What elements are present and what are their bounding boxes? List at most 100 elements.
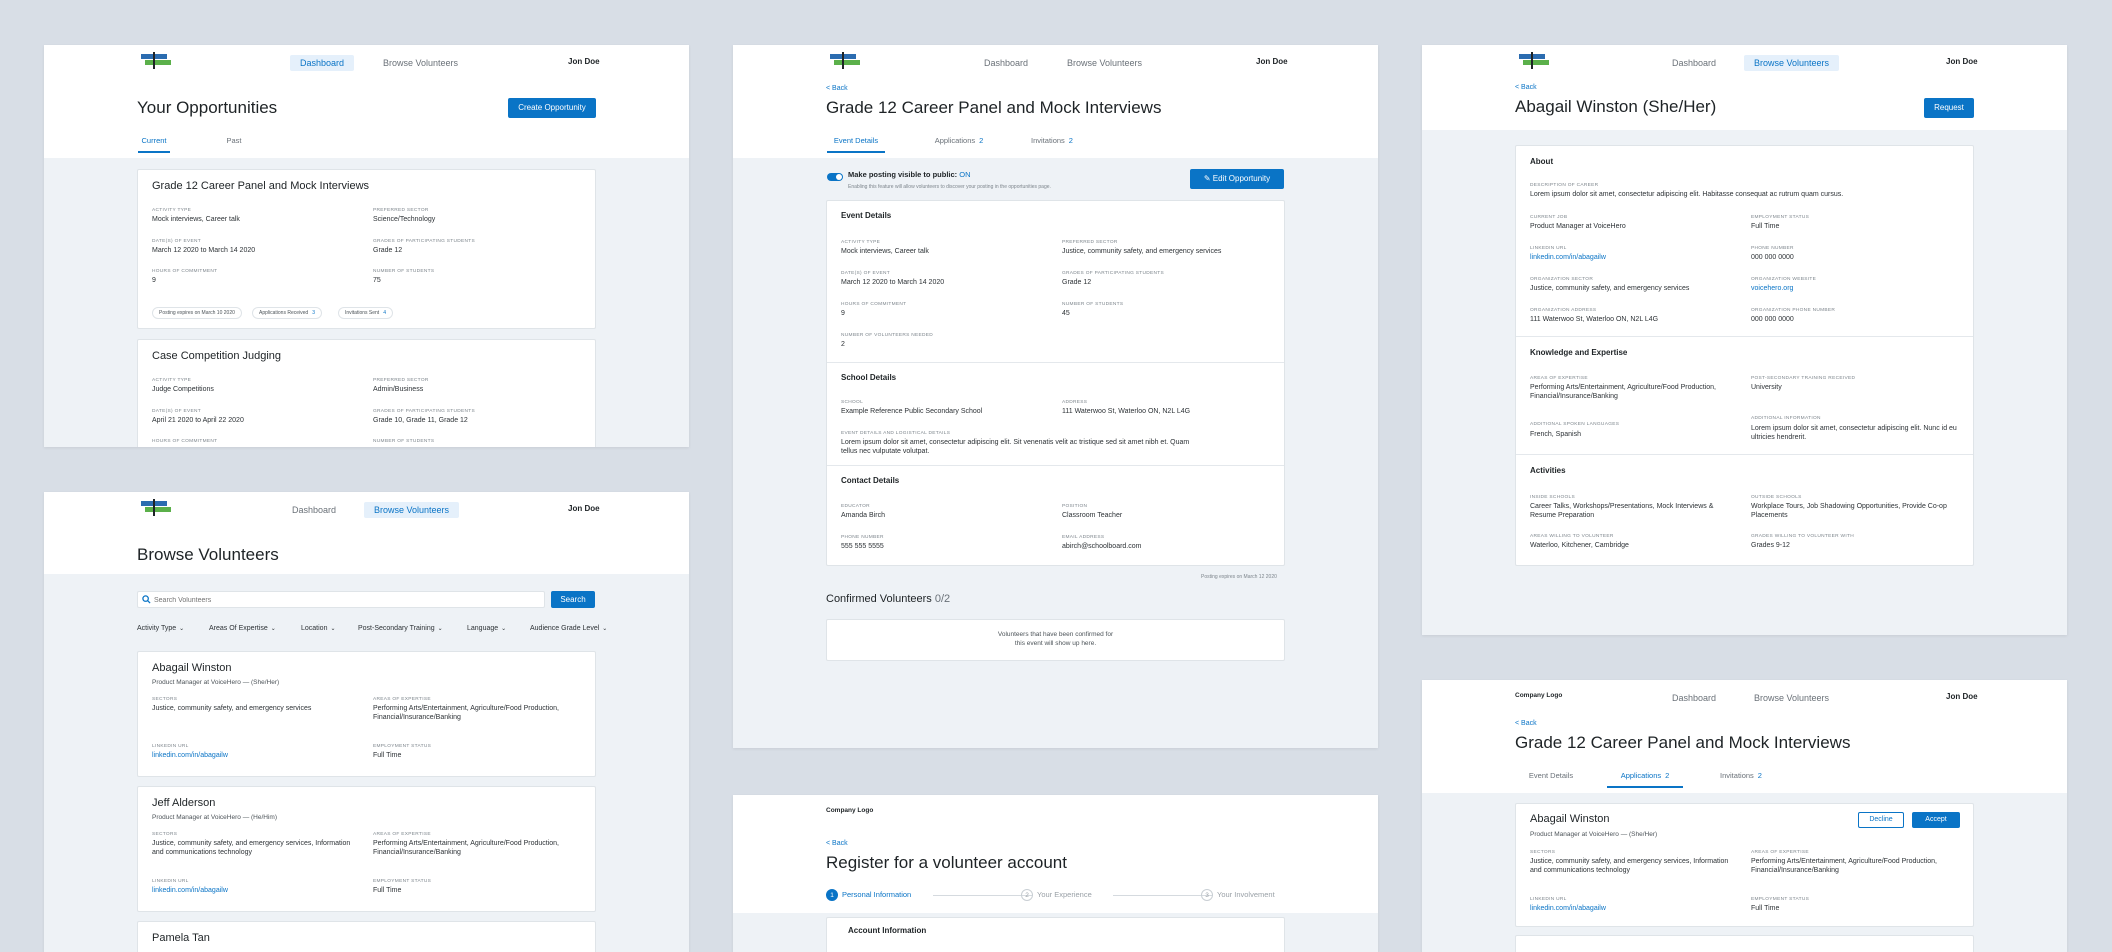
- register-screen: Company Logo < Back Register for a volun…: [733, 795, 1378, 952]
- nav-browse-volunteers[interactable]: Browse Volunteers: [364, 502, 460, 518]
- tab-invitations[interactable]: Invitations 2: [1715, 771, 1767, 786]
- decline-button[interactable]: Decline: [1858, 812, 1904, 828]
- nav-dashboard[interactable]: Dashboard: [282, 502, 346, 518]
- tab-event-details[interactable]: Event Details: [1528, 771, 1574, 786]
- create-opportunity-button[interactable]: Create Opportunity: [508, 98, 596, 118]
- opportunity-detail-screen: Dashboard Browse Volunteers Jon Doe < Ba…: [733, 45, 1378, 748]
- back-link[interactable]: < Back: [1515, 84, 1537, 91]
- field-label: Employment Status: [373, 744, 432, 749]
- field-value: 555 555 5555: [841, 543, 884, 550]
- nav-browse-volunteers[interactable]: Browse Volunteers: [1744, 55, 1840, 71]
- user-menu[interactable]: Jon Doe: [1946, 57, 1978, 66]
- field-value: 9: [841, 310, 845, 317]
- opportunity-card[interactable]: Grade 12 Career Panel and Mock Interview…: [137, 169, 596, 329]
- page-title: Register for a volunteer account: [826, 853, 1067, 872]
- linkedin-link[interactable]: linkedin.com/in/abagailw: [152, 886, 228, 895]
- flag-logo-icon[interactable]: [138, 499, 174, 516]
- tab-applications[interactable]: Applications 2: [930, 136, 988, 151]
- request-button[interactable]: Request: [1924, 98, 1974, 118]
- volunteer-card[interactable]: Pamela Tan: [137, 921, 596, 952]
- tab-past[interactable]: Past: [224, 136, 244, 151]
- search-button[interactable]: Search: [551, 591, 595, 608]
- field-value: Waterloo, Kitchener, Cambridge: [1530, 542, 1629, 549]
- field-value: Mock interviews, Career talk: [841, 248, 929, 255]
- flag-logo-icon[interactable]: [827, 52, 863, 69]
- flag-logo-icon[interactable]: [138, 52, 174, 69]
- user-menu[interactable]: Jon Doe: [1946, 692, 1978, 701]
- field-value: Full Time: [1751, 223, 1780, 230]
- step-your-involvement[interactable]: 3 Your Involvement: [1201, 889, 1275, 901]
- visibility-toggle[interactable]: [827, 173, 843, 181]
- linkedin-link[interactable]: linkedin.com/in/abagailw: [1530, 253, 1606, 262]
- tab-invitations[interactable]: Invitations 2: [1026, 136, 1078, 151]
- applicant-name[interactable]: Abagail Winston: [1530, 813, 1610, 825]
- volunteer-name[interactable]: Abagail Winston: [152, 662, 232, 674]
- field-label: Date(s) of Event: [152, 239, 201, 244]
- volunteer-card[interactable]: Abagail Winston Product Manager at Voice…: [137, 651, 596, 777]
- field-value: Grade 12: [1062, 279, 1092, 286]
- opportunity-title[interactable]: Case Competition Judging: [152, 350, 281, 362]
- field-label: Inside Schools: [1530, 495, 1575, 500]
- tab-event-details[interactable]: Event Details: [827, 136, 885, 153]
- search-bar: [137, 591, 545, 608]
- filter-language[interactable]: Language ⌄: [467, 625, 506, 632]
- accept-button[interactable]: Accept: [1912, 812, 1960, 828]
- field-value: French, Spanish: [1530, 431, 1581, 438]
- search-input[interactable]: [154, 594, 534, 606]
- field-label: Grades of Participating Students: [373, 239, 475, 244]
- nav-browse-volunteers[interactable]: Browse Volunteers: [373, 55, 468, 71]
- nav-browse-volunteers[interactable]: Browse Volunteers: [1744, 690, 1839, 706]
- nav-dashboard[interactable]: Dashboard: [290, 55, 355, 71]
- field-label: Areas of Expertise: [1751, 850, 1809, 855]
- nav-dashboard[interactable]: Dashboard: [1662, 55, 1726, 71]
- tab-applications[interactable]: Applications 2: [1607, 771, 1683, 788]
- step-your-experience[interactable]: 2 Your Experience: [1021, 889, 1092, 901]
- user-menu[interactable]: Jon Doe: [568, 57, 600, 66]
- opportunity-title[interactable]: Grade 12 Career Panel and Mock Interview…: [152, 180, 369, 192]
- field-value: Performing Arts/Entertainment, Agricultu…: [373, 705, 559, 721]
- empty-state-text: Volunteers that have been confirmed for: [997, 631, 1114, 638]
- field-value: 75: [373, 277, 381, 284]
- step-personal-information[interactable]: 1 Personal Information: [826, 889, 911, 901]
- field-label: Position: [1062, 504, 1088, 509]
- opportunity-card[interactable]: Case Competition Judging Activity Type J…: [137, 339, 596, 447]
- user-menu[interactable]: Jon Doe: [1256, 57, 1288, 66]
- filter-post-secondary[interactable]: Post-Secondary Training ⌄: [358, 625, 443, 632]
- nav-dashboard[interactable]: Dashboard: [974, 55, 1038, 71]
- flag-logo-icon[interactable]: [1516, 52, 1552, 69]
- field-label: Additional Spoken Languages: [1530, 422, 1620, 427]
- company-logo[interactable]: Company Logo: [826, 807, 873, 814]
- tab-current[interactable]: Current: [138, 136, 170, 153]
- back-link[interactable]: < Back: [826, 840, 848, 847]
- edit-opportunity-button[interactable]: ✎ Edit Opportunity: [1190, 169, 1284, 189]
- filter-audience-grade[interactable]: Audience Grade Level ⌄: [530, 625, 607, 632]
- user-menu[interactable]: Jon Doe: [568, 504, 600, 513]
- application-card: [1515, 935, 1974, 952]
- field-value: 000 000 0000: [1751, 254, 1794, 261]
- page-header: Dashboard Browse Volunteers Jon Doe Your…: [44, 45, 689, 158]
- volunteer-name[interactable]: Jeff Alderson: [152, 797, 215, 809]
- linkedin-link[interactable]: linkedin.com/in/abagailw: [152, 751, 228, 760]
- volunteer-role: Product Manager at VoiceHero — (She/Her): [152, 679, 280, 686]
- back-link[interactable]: < Back: [826, 85, 848, 92]
- company-logo[interactable]: Company Logo: [1515, 692, 1562, 699]
- field-label: Organization Website: [1751, 277, 1817, 282]
- filter-location[interactable]: Location ⌄: [301, 625, 336, 632]
- filter-activity-type[interactable]: Activity Type ⌄: [137, 625, 184, 632]
- page-header: Dashboard Browse Volunteers Jon Doe < Ba…: [1422, 45, 2067, 130]
- volunteer-card[interactable]: Jeff Alderson Product Manager at VoiceHe…: [137, 786, 596, 912]
- volunteer-name[interactable]: Pamela Tan: [152, 932, 210, 944]
- field-label: Number of Students: [1062, 302, 1124, 307]
- back-link[interactable]: < Back: [1515, 720, 1537, 727]
- nav-dashboard[interactable]: Dashboard: [1662, 690, 1726, 706]
- field-label: Hours of Commitment: [841, 302, 907, 307]
- filter-areas-of-expertise[interactable]: Areas Of Expertise ⌄: [209, 625, 276, 632]
- field-label: LinkedIn URL: [152, 879, 189, 884]
- applications-chip: Applications Received 3: [252, 307, 322, 319]
- page-title: Grade 12 Career Panel and Mock Interview…: [826, 98, 1162, 117]
- website-link[interactable]: voicehero.org: [1751, 284, 1793, 293]
- nav-browse-volunteers[interactable]: Browse Volunteers: [1057, 55, 1152, 71]
- linkedin-link[interactable]: linkedin.com/in/abagailw: [1530, 904, 1606, 913]
- email-value: abirch@schoolboard.com: [1062, 543, 1142, 550]
- account-info-heading: Account Information: [848, 926, 927, 935]
